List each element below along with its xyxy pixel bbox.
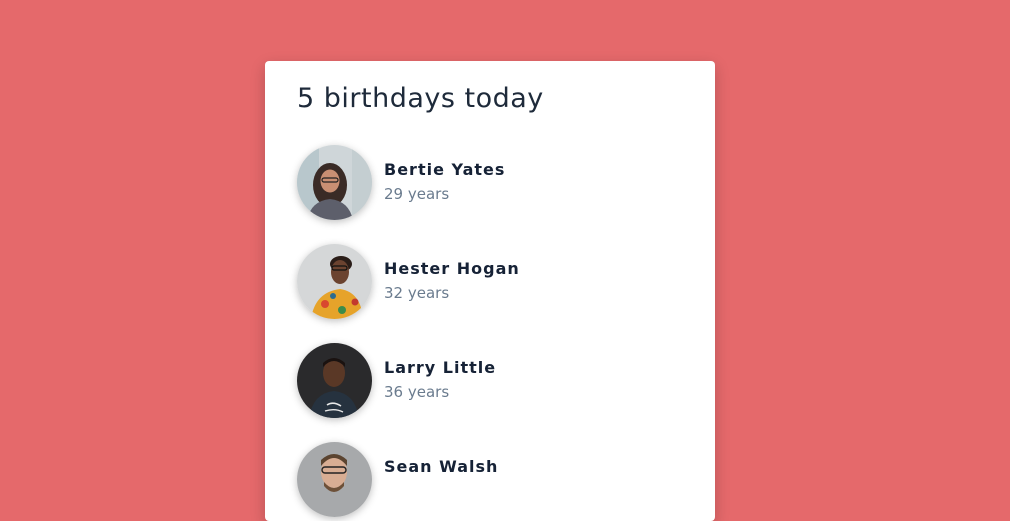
avatar (297, 343, 372, 418)
list-item-person: Hester Hogan 32 years (297, 244, 687, 320)
avatar (297, 145, 372, 220)
person-age: 29 years (384, 185, 450, 203)
person-name: Sean Walsh (384, 457, 499, 476)
card-title: 5 birthdays today (297, 83, 544, 114)
list-item-person: Sean Walsh (297, 442, 687, 518)
person-name: Hester Hogan (384, 259, 520, 278)
person-photo-icon (297, 442, 372, 517)
birthday-card: 5 birthdays today Bertie Yates 29 years (265, 61, 715, 521)
list-item-person: Bertie Yates 29 years (297, 145, 687, 221)
person-name: Larry Little (384, 358, 497, 377)
person-photo-icon (297, 145, 372, 220)
person-age: 32 years (384, 284, 450, 302)
list-item-person: Larry Little 36 years (297, 343, 687, 419)
person-photo-icon (297, 244, 372, 319)
avatar (297, 244, 372, 319)
avatar (297, 442, 372, 517)
person-name: Bertie Yates (384, 160, 506, 179)
person-age: 36 years (384, 383, 450, 401)
person-photo-icon (297, 343, 372, 418)
